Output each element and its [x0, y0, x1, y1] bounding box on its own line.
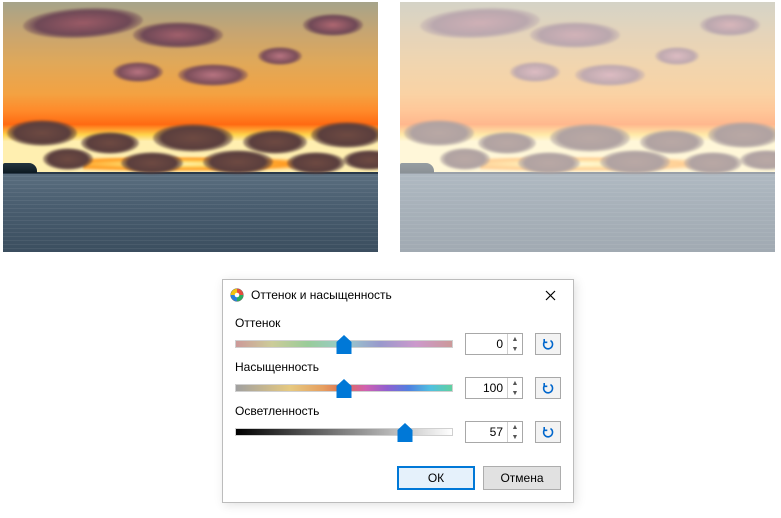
undo-icon [541, 425, 555, 439]
cancel-button[interactable]: Отмена [483, 466, 561, 490]
undo-icon [541, 337, 555, 351]
hue-spinner: ▲ ▼ [507, 334, 522, 354]
hue-reset-button[interactable] [535, 333, 561, 355]
saturation-label: Насыщенность [235, 360, 561, 374]
lightness-spin-down[interactable]: ▼ [508, 432, 522, 442]
saturation-spin-up[interactable]: ▲ [508, 378, 522, 388]
hue-spin-up[interactable]: ▲ [508, 334, 522, 344]
saturation-spinner: ▲ ▼ [507, 378, 522, 398]
saturation-row: Насыщенность 100 ▲ ▼ [235, 360, 561, 400]
hue-row: Оттенок 0 ▲ ▼ [235, 316, 561, 356]
close-icon [545, 290, 556, 301]
lightness-number-input[interactable]: 57 ▲ ▼ [465, 421, 523, 443]
preview-images-row [0, 0, 781, 252]
hue-label: Оттенок [235, 316, 561, 330]
lightness-slider[interactable] [235, 420, 453, 444]
ok-button[interactable]: ОК [397, 466, 475, 490]
dialog-body: Оттенок 0 ▲ ▼ [223, 310, 573, 458]
lightness-value: 57 [466, 425, 507, 439]
close-button[interactable] [529, 281, 571, 309]
saturation-track [235, 384, 453, 392]
dialog-footer: ОК Отмена [223, 458, 573, 502]
hue-number-input[interactable]: 0 ▲ ▼ [465, 333, 523, 355]
undo-icon [541, 381, 555, 395]
preview-image-original [3, 2, 378, 252]
dialog-title: Оттенок и насыщенность [251, 288, 529, 302]
lightness-spinner: ▲ ▼ [507, 422, 522, 442]
lightness-reset-button[interactable] [535, 421, 561, 443]
saturation-reset-button[interactable] [535, 377, 561, 399]
saturation-number-input[interactable]: 100 ▲ ▼ [465, 377, 523, 399]
lightness-spin-up[interactable]: ▲ [508, 422, 522, 432]
saturation-value: 100 [466, 381, 507, 395]
hue-value: 0 [466, 337, 507, 351]
lightness-label: Осветленность [235, 404, 561, 418]
lightness-track [235, 428, 453, 436]
hue-track [235, 340, 453, 348]
hue-slider[interactable] [235, 332, 453, 356]
app-icon [229, 287, 245, 303]
saturation-slider[interactable] [235, 376, 453, 400]
saturation-spin-down[interactable]: ▼ [508, 388, 522, 398]
hue-spin-down[interactable]: ▼ [508, 344, 522, 354]
dialog-titlebar[interactable]: Оттенок и насыщенность [223, 280, 573, 310]
preview-image-modified [400, 2, 775, 252]
lightness-row: Осветленность 57 ▲ ▼ [235, 404, 561, 444]
hue-saturation-dialog: Оттенок и насыщенность Оттенок 0 [222, 279, 574, 503]
